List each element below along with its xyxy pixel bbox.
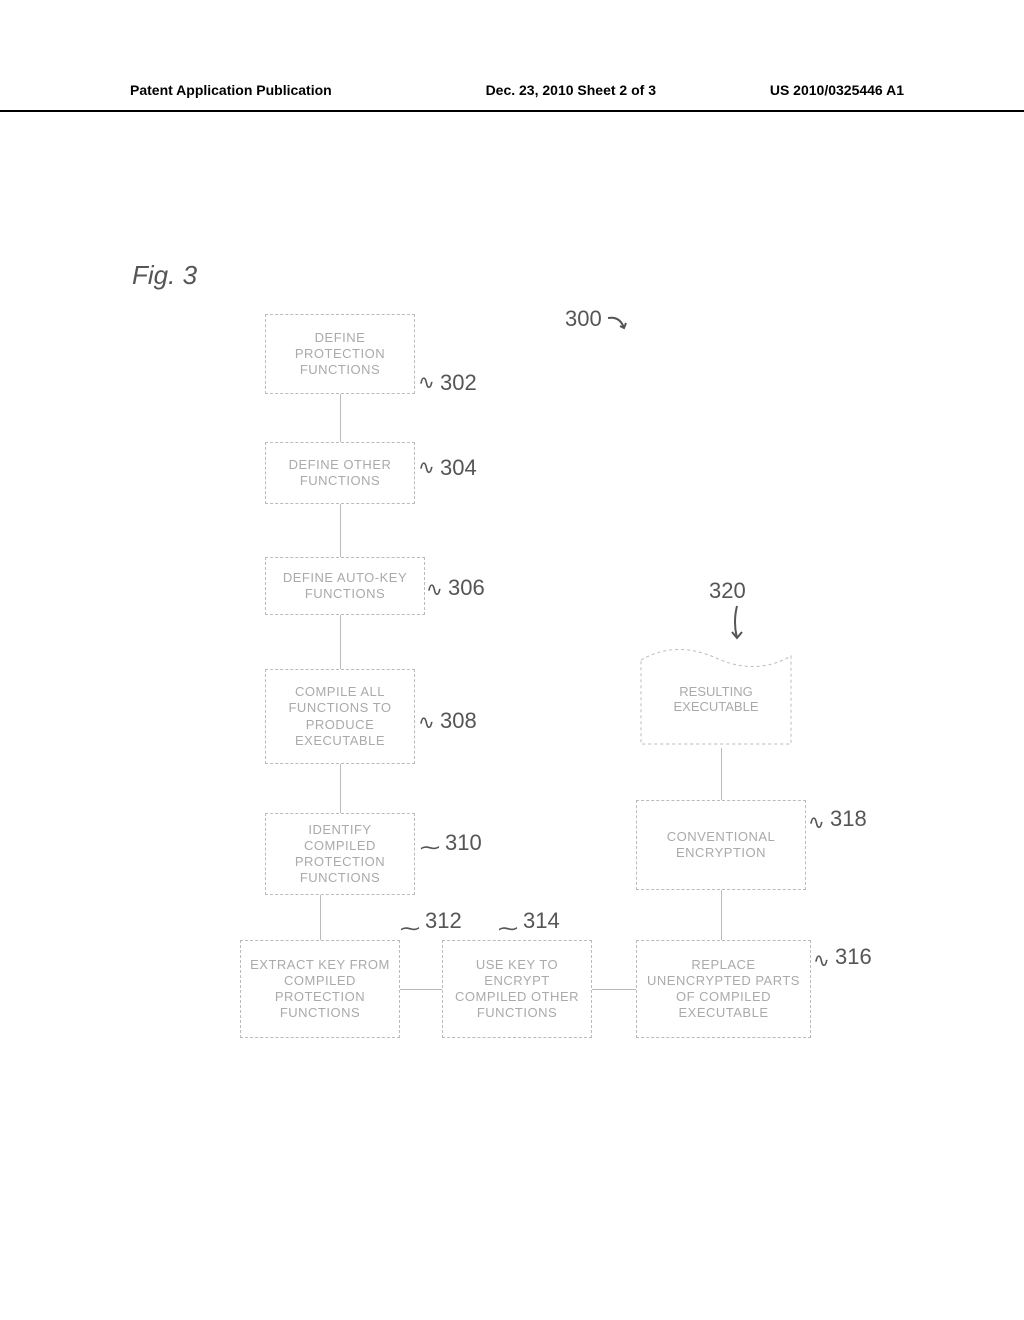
connector bbox=[721, 890, 722, 940]
ref-tick: ∿ bbox=[418, 710, 435, 735]
diagram-canvas: DEFINE PROTECTION FUNCTIONS DEFINE OTHER… bbox=[0, 0, 1024, 1320]
box-compile-all: COMPILE ALL FUNCTIONS TO PRODUCE EXECUTA… bbox=[265, 669, 415, 764]
ref-316: 316 bbox=[835, 944, 872, 970]
box-conventional-encryption: CONVENTIONAL ENCRYPTION bbox=[636, 800, 806, 890]
box-define-protection: DEFINE PROTECTION FUNCTIONS bbox=[265, 314, 415, 394]
box-define-autokey: DEFINE AUTO-KEY FUNCTIONS bbox=[265, 557, 425, 615]
ref-tick: ∿ bbox=[813, 948, 830, 973]
box-use-key-encrypt: USE KEY TO ENCRYPT COMPILED OTHER FUNCTI… bbox=[442, 940, 592, 1038]
box-replace-unencrypted: REPLACE UNENCRYPTED PARTS OF COMPILED EX… bbox=[636, 940, 811, 1038]
ref-tick: ∿ bbox=[418, 455, 435, 480]
connector bbox=[400, 989, 442, 990]
connector bbox=[592, 989, 636, 990]
ref-310: 310 bbox=[445, 830, 482, 856]
ref-tick: ⁓ bbox=[400, 916, 420, 941]
connector bbox=[320, 895, 321, 940]
connector bbox=[340, 394, 341, 442]
ref-320: 320 bbox=[709, 578, 746, 604]
ref-tick: ∿ bbox=[808, 810, 825, 835]
box-identify-compiled: IDENTIFY COMPILED PROTECTION FUNCTIONS bbox=[265, 813, 415, 895]
connector bbox=[721, 748, 722, 800]
ref-tick: ∿ bbox=[426, 577, 443, 602]
connector bbox=[340, 504, 341, 557]
ref-300: 300 bbox=[565, 306, 602, 332]
ref-tick: ∿ bbox=[418, 370, 435, 395]
ref-tick: ⁓ bbox=[498, 916, 518, 941]
ref-tick: ⁓ bbox=[420, 835, 440, 860]
doc-label: RESULTING EXECUTABLE bbox=[636, 640, 796, 750]
box-define-other: DEFINE OTHER FUNCTIONS bbox=[265, 442, 415, 504]
ref-318: 318 bbox=[830, 806, 867, 832]
ref-314: 314 bbox=[523, 908, 560, 934]
doc-resulting-executable: RESULTING EXECUTABLE bbox=[636, 640, 796, 750]
ref-hook-icon bbox=[606, 314, 630, 338]
ref-304: 304 bbox=[440, 455, 477, 481]
ref-308: 308 bbox=[440, 708, 477, 734]
ref-302: 302 bbox=[440, 370, 477, 396]
box-extract-key: EXTRACT KEY FROM COMPILED PROTECTION FUN… bbox=[240, 940, 400, 1038]
connector bbox=[340, 615, 341, 669]
ref-312: 312 bbox=[425, 908, 462, 934]
connector bbox=[340, 764, 341, 813]
ref-306: 306 bbox=[448, 575, 485, 601]
ref-hook-icon bbox=[727, 604, 747, 642]
